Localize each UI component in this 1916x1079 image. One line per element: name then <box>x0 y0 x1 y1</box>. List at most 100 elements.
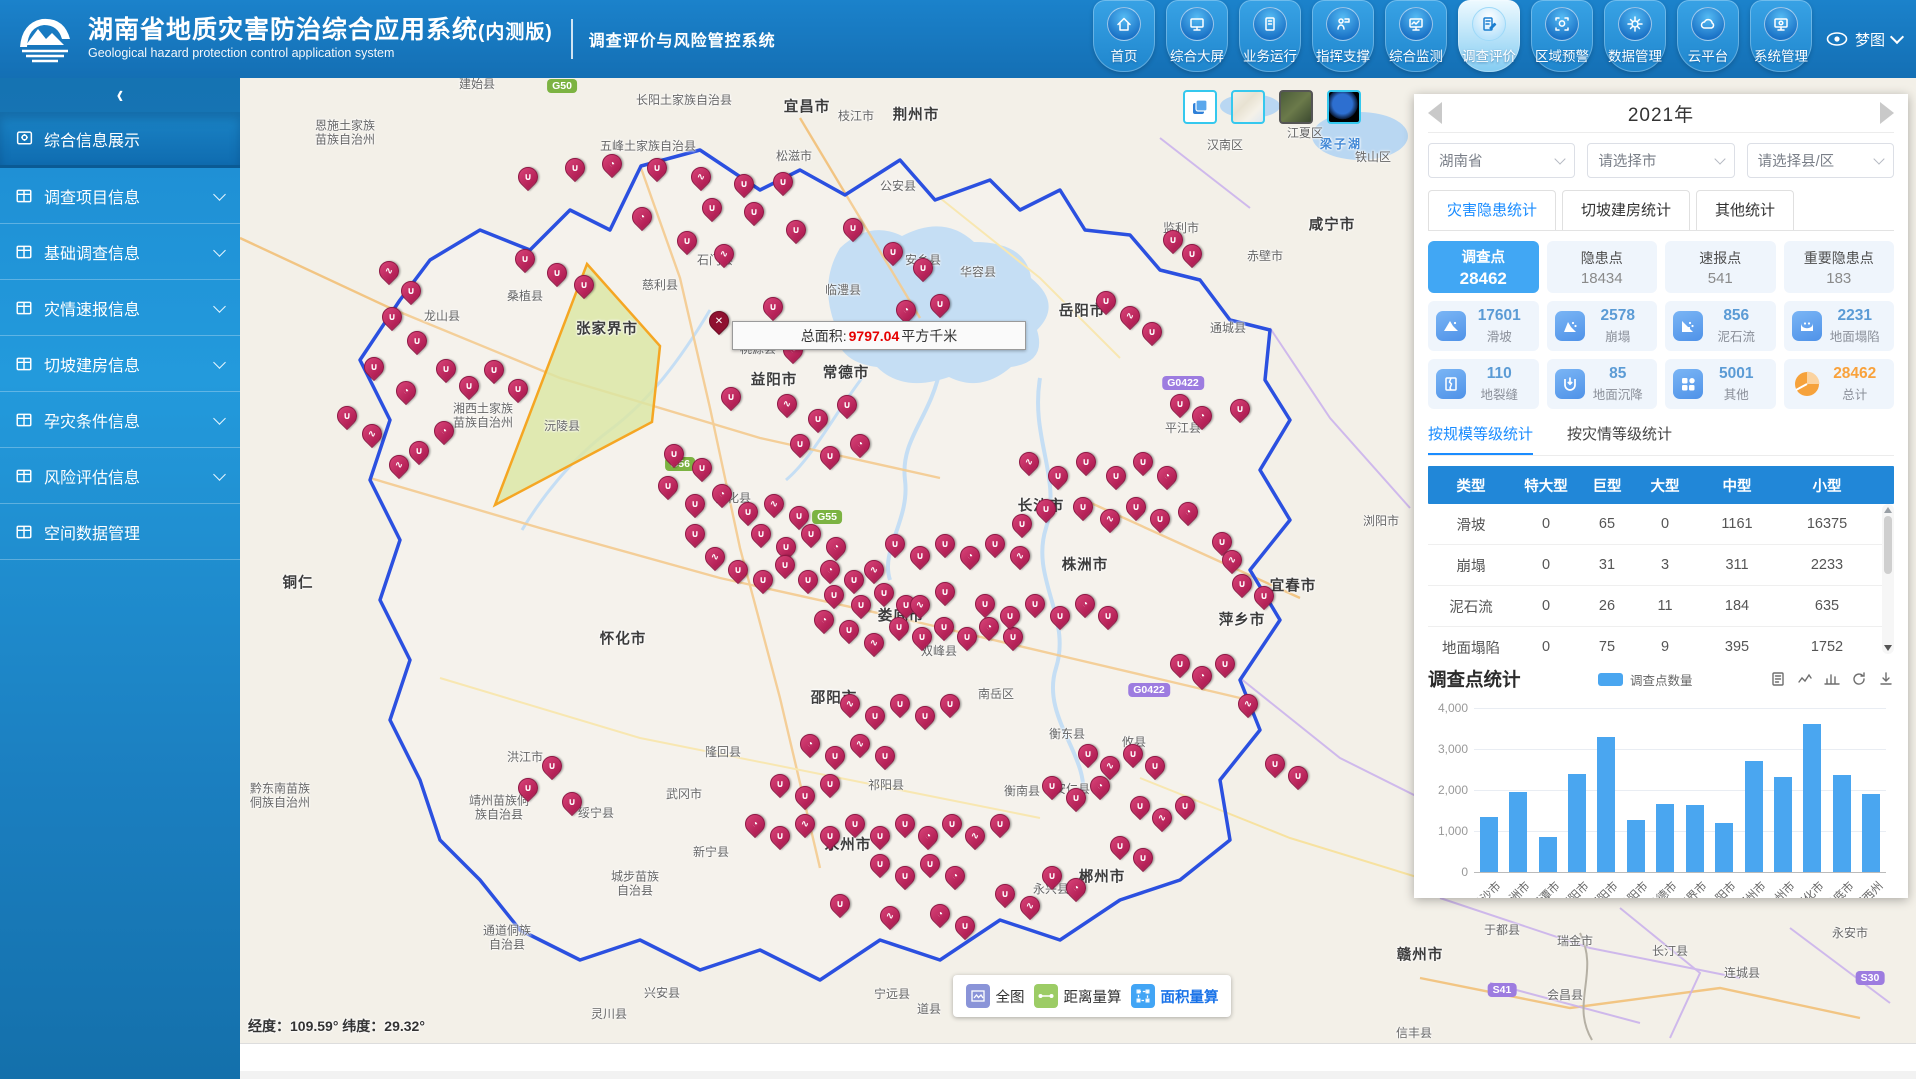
y-axis-tick: 2,000 <box>1428 783 1468 797</box>
table-cell: 75 <box>1578 639 1636 654</box>
table-cell: 崩塌 <box>1428 555 1514 576</box>
sidebar-item-孕灾条件信息[interactable]: 孕灾条件信息 <box>0 392 240 448</box>
hazard-card-地面沉降[interactable]: 85 地面沉降 <box>1547 359 1658 409</box>
hazard-glyph-icon: ∿ <box>380 262 398 280</box>
hazard-glyph-icon: ∪ <box>764 298 782 316</box>
sidebar-item-基础调查信息[interactable]: 基础调查信息 <box>0 224 240 280</box>
hazard-glyph-icon: ∪ <box>1213 533 1231 551</box>
vector-basemap-thumb[interactable] <box>1231 90 1265 124</box>
sidebar-collapse-button[interactable]: ‹ <box>0 78 240 112</box>
hazard-glyph-icon: ∪ <box>365 358 383 376</box>
hazard-type-cards: 17601 滑坡 2578 崩塌 856 泥石流 2231 地面塌陷 110 地… <box>1428 301 1894 409</box>
prev-year-button[interactable] <box>1428 102 1442 124</box>
nav-item-指挥支撑[interactable]: 指挥支撑 <box>1312 0 1374 72</box>
bar-永州市[interactable] <box>1774 777 1792 872</box>
hazard-card-地裂缝[interactable]: 110 地裂缝 <box>1428 359 1539 409</box>
subtab-按规模等级统计[interactable]: 按规模等级统计 <box>1428 423 1533 455</box>
summary-card-隐患点[interactable]: 隐患点 18434 <box>1547 241 1658 293</box>
nav-item-云平台[interactable]: 云平台 <box>1677 0 1739 72</box>
hazard-label: 地面沉降 <box>1593 384 1643 403</box>
map-tool-全图[interactable]: 全图 <box>966 984 1025 1008</box>
bar-湘潭市[interactable] <box>1539 837 1557 872</box>
user-menu[interactable]: 梦图 <box>1826 29 1902 50</box>
region-select-2[interactable]: 请选择县/区 <box>1747 143 1894 178</box>
bar-怀化市[interactable] <box>1803 724 1821 872</box>
ground-fissure-icon <box>1436 369 1466 399</box>
gridline <box>1474 831 1886 832</box>
refresh-icon[interactable] <box>1851 671 1867 687</box>
close-icon: ✕ <box>710 312 728 330</box>
hazard-card-地面塌陷[interactable]: 2231 地面塌陷 <box>1784 301 1895 351</box>
tab-灾害隐患统计[interactable]: 灾害隐患统计 <box>1428 190 1556 230</box>
sidebar-item-label: 孕灾条件信息 <box>44 408 140 432</box>
bar-益阳市[interactable] <box>1715 823 1733 872</box>
table-cell: 184 <box>1694 598 1780 614</box>
sidebar-item-调查项目信息[interactable]: 调查项目信息 <box>0 168 240 224</box>
hazard-card-滑坡[interactable]: 17601 滑坡 <box>1428 301 1539 351</box>
map-tool-距离量算[interactable]: 距离量算 <box>1034 984 1122 1008</box>
table-row-滑坡[interactable]: 滑坡0650116116375 <box>1428 504 1894 545</box>
nav-item-业务运行[interactable]: 业务运行 <box>1239 0 1301 72</box>
nav-item-调查评价[interactable]: 调查评价 <box>1458 0 1520 72</box>
tab-其他统计[interactable]: 其他统计 <box>1696 190 1794 230</box>
bar-湘西州[interactable] <box>1862 794 1880 872</box>
nav-item-系统管理[interactable]: 系统管理 <box>1750 0 1812 72</box>
hazard-glyph-icon: ∪ <box>1134 453 1152 471</box>
hazard-glyph-icon: ∪ <box>1051 607 1069 625</box>
hazard-glyph-icon: ∪ <box>771 775 789 793</box>
sidebar-item-空间数据管理[interactable]: 空间数据管理 <box>0 504 240 560</box>
app-logo-icon <box>12 9 78 69</box>
list-icon[interactable] <box>1770 671 1786 687</box>
table-scrollbar[interactable] <box>1882 504 1894 654</box>
stat-tabs: 灾害隐患统计切坡建房统计其他统计 <box>1428 190 1894 231</box>
table-row-崩塌[interactable]: 崩塌03133112233 <box>1428 545 1894 586</box>
bar-长沙市[interactable] <box>1480 817 1498 872</box>
nav-item-首页[interactable]: 首页 <box>1093 0 1155 72</box>
subtab-按灾情等级统计[interactable]: 按灾情等级统计 <box>1567 423 1672 455</box>
sidebar-item-label: 调查项目信息 <box>44 184 140 208</box>
tab-切坡建房统计[interactable]: 切坡建房统计 <box>1562 190 1690 230</box>
bar-张家界市[interactable] <box>1686 805 1704 872</box>
bar-邵阳市[interactable] <box>1597 737 1615 872</box>
layers-button[interactable] <box>1183 90 1217 124</box>
nav-item-数据管理[interactable]: 数据管理 <box>1604 0 1666 72</box>
bar-chart-icon[interactable] <box>1824 671 1840 687</box>
download-icon[interactable] <box>1878 671 1894 687</box>
bar-娄底市[interactable] <box>1833 775 1851 872</box>
sidebar-item-灾情速报信息[interactable]: 灾情速报信息 <box>0 280 240 336</box>
next-year-button[interactable] <box>1880 102 1894 124</box>
hazard-card-泥石流[interactable]: 856 泥石流 <box>1665 301 1776 351</box>
satellite-basemap-thumb[interactable] <box>1279 90 1313 124</box>
bar-衡阳市[interactable] <box>1568 774 1586 872</box>
hazard-card-崩塌[interactable]: 2578 崩塌 <box>1547 301 1658 351</box>
bar-郴州市[interactable] <box>1745 761 1763 872</box>
nav-item-综合监测[interactable]: 综合监测 <box>1385 0 1447 72</box>
hazard-card-总计[interactable]: 28462 总计 <box>1784 359 1895 409</box>
globe-basemap-thumb[interactable] <box>1327 90 1361 124</box>
distance-icon <box>1034 984 1058 1008</box>
measure-area-tooltip: 总面积: 9797.04平方千米 <box>732 321 1026 350</box>
summary-card-调查点[interactable]: 调查点 28462 <box>1428 241 1539 293</box>
map-tool-面积量算[interactable]: 面积量算 <box>1131 984 1219 1008</box>
region-select-0[interactable]: 湖南省 <box>1428 143 1575 178</box>
nav-item-综合大屏[interactable]: 综合大屏 <box>1166 0 1228 72</box>
sidebar-item-切坡建房信息[interactable]: 切坡建房信息 <box>0 336 240 392</box>
bar-岳阳市[interactable] <box>1627 820 1645 872</box>
table-row-地面塌陷[interactable]: 地面塌陷07593951752 <box>1428 627 1894 654</box>
bar-常德市[interactable] <box>1656 804 1674 872</box>
region-select-1[interactable]: 请选择市 <box>1587 143 1734 178</box>
sidebar-item-综合信息展示[interactable]: 综合信息展示 <box>0 112 240 168</box>
scrollbar-thumb[interactable] <box>1884 516 1892 574</box>
table-row-泥石流[interactable]: 泥石流02611184635 <box>1428 586 1894 627</box>
hazard-value: 17601 <box>1478 307 1521 325</box>
hazard-card-其他[interactable]: 5001 其他 <box>1665 359 1776 409</box>
sidebar-item-风险评估信息[interactable]: 风险评估信息 <box>0 448 240 504</box>
line-chart-icon[interactable] <box>1797 671 1813 687</box>
summary-card-重要隐患点[interactable]: 重要隐患点 183 <box>1784 241 1895 293</box>
summary-card-速报点[interactable]: 速报点 541 <box>1665 241 1776 293</box>
hazard-glyph-icon: ∪ <box>1266 755 1284 773</box>
hazard-glyph-icon: ∿ <box>765 495 783 513</box>
nav-item-区域预警[interactable]: 区域预警 <box>1531 0 1593 72</box>
hazard-glyph-icon: ∪ <box>791 435 809 453</box>
bar-株洲市[interactable] <box>1509 792 1527 872</box>
